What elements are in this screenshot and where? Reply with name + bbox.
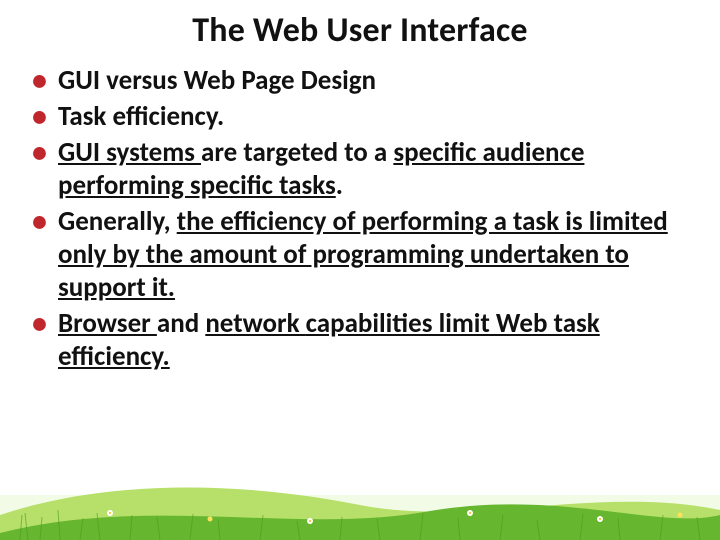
bullet-list: GUI versus Web Page Design Task efficien…: [26, 65, 694, 373]
list-item: GUI versus Web Page Design: [26, 65, 694, 98]
list-item: Generally, the efficiency of performing …: [26, 206, 694, 305]
list-item: Task efficiency.: [26, 101, 694, 134]
grass-decoration: [0, 455, 720, 540]
list-item: GUI systems are targeted to a specific a…: [26, 137, 694, 203]
slide-title: The Web User Interface: [26, 10, 694, 51]
list-item: Browser and network capabilities limit W…: [26, 308, 694, 374]
slide: The Web User Interface GUI versus Web Pa…: [0, 0, 720, 540]
